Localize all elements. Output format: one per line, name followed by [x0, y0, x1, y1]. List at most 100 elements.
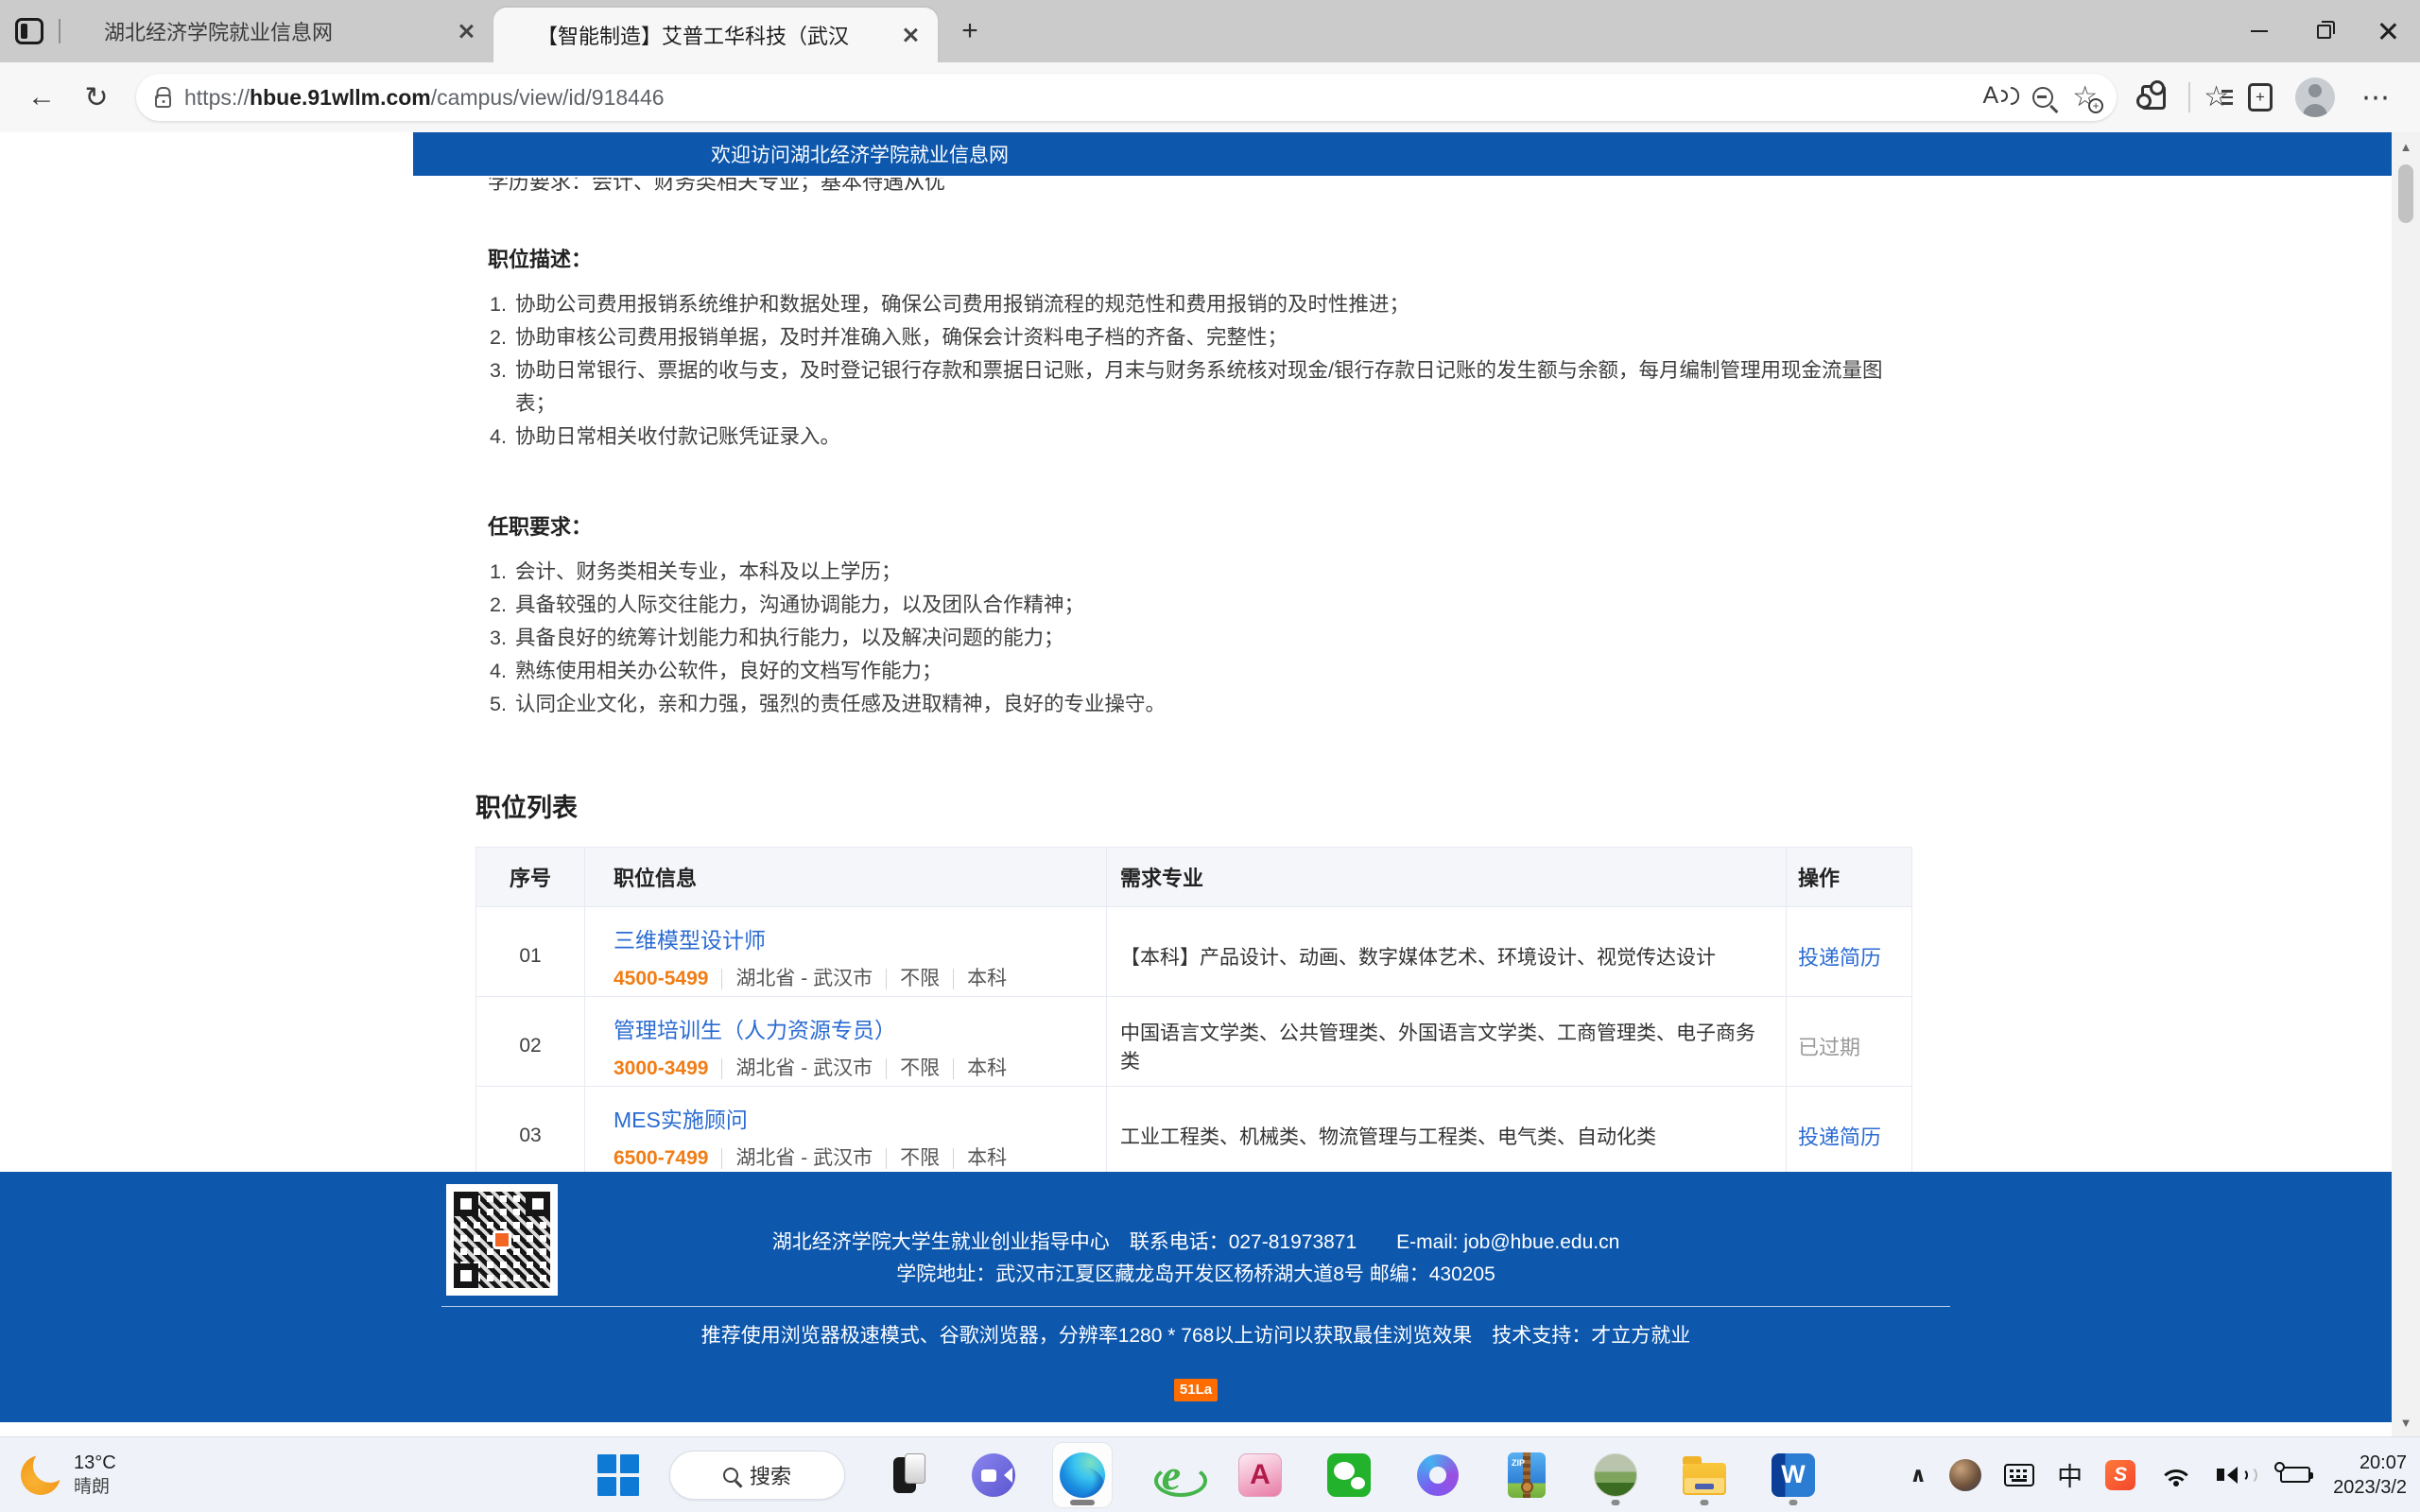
new-tab-button[interactable]: + [947, 9, 993, 54]
wifi-icon[interactable] [2158, 1462, 2194, 1488]
table-row: 02 管理培训生（人力资源专员） 3000-3499 湖北省 - 武汉市 不限 … [476, 996, 1911, 1086]
taskbar-app-loop[interactable] [1409, 1443, 1467, 1507]
favorites-button[interactable]: ☆ [2204, 83, 2233, 112]
taskbar-app-photos[interactable] [1586, 1443, 1645, 1507]
zoom-out-icon[interactable] [2032, 87, 2053, 108]
taskbar-app-green-e-browser[interactable]: e [1142, 1443, 1201, 1507]
list-item: 2.具备较强的人际交往能力，沟通协调能力，以及团队合作精神； [475, 589, 1912, 622]
minimize-button[interactable] [2227, 0, 2291, 62]
settings-menu-button[interactable]: ⋯ [2348, 81, 2403, 114]
taskbar-app-phone-link[interactable] [875, 1443, 934, 1507]
taskbar-app-wechat[interactable] [1320, 1443, 1378, 1507]
list-item: 2.协助审核公司费用报销单据，及时并准确入账，确保会计资料电子档的齐备、完整性； [475, 321, 1912, 354]
browser-tabbar: 湖北经济学院就业信息网 【智能制造】艾普工华科技（武汉 + [0, 0, 2420, 62]
screen: 湖北经济学院就业信息网 【智能制造】艾普工华科技（武汉 + ← ↻ https:… [0, 0, 2420, 1512]
sogou-input-icon[interactable]: S [2105, 1460, 2135, 1490]
toolbar-divider [2188, 82, 2190, 112]
job-title-link[interactable]: 三维模型设计师 [614, 922, 766, 954]
green-e-browser-icon: e [1162, 1453, 1181, 1497]
list-item: 1.协助公司费用报销系统维护和数据处理，确保公司费用报销流程的规范性和费用报销的… [475, 288, 1912, 321]
tab-title: 【智能制造】艾普工华科技（武汉 [537, 20, 896, 50]
back-button[interactable]: ← [17, 73, 66, 122]
column-header: 职位信息 [584, 848, 1106, 906]
taskbar-app-word[interactable]: W [1764, 1443, 1823, 1507]
extensions-icon[interactable] [2141, 85, 2166, 110]
address-bar[interactable]: https://hbue.91wllm.com/campus/view/id/9… [136, 74, 2117, 121]
column-header: 需求专业 [1106, 848, 1786, 906]
tab-title: 湖北经济学院就业信息网 [104, 16, 452, 46]
taskbar-app-zip-tool[interactable]: ZIP [1497, 1443, 1556, 1507]
weather-condition: 晴朗 [74, 1475, 116, 1499]
tab-job-detail-active[interactable]: 【智能制造】艾普工华科技（武汉 [493, 8, 938, 62]
system-tray: ∧ 中 S 20:07 2023/3/2 [1910, 1437, 2407, 1512]
url-text[interactable]: https://hbue.91wllm.com/campus/view/id/9… [184, 85, 665, 111]
column-header: 序号 [476, 848, 584, 906]
tab-close-icon[interactable] [896, 21, 925, 49]
tab-actions-menu-button[interactable] [0, 9, 59, 54]
job-description-title: 职位描述： [488, 243, 1912, 273]
job-title-link[interactable]: MES实施顾问 [614, 1102, 748, 1134]
taskbar-app-chat[interactable] [964, 1443, 1023, 1507]
table-row: 01 三维模型设计师 4500-5499 湖北省 - 武汉市 不限 本科 【本科… [476, 906, 1911, 996]
taskbar-search[interactable]: 搜索 [669, 1451, 845, 1500]
taskbar-app-access[interactable]: A [1231, 1443, 1289, 1507]
job-list-title: 职位列表 [475, 787, 1912, 824]
url-scheme: https:// [184, 85, 250, 110]
taskbar-app-file-explorer[interactable] [1675, 1443, 1734, 1507]
job-table: 序号 职位信息 需求专业 操作 01 三维模型设计师 4500-5499 湖北省… [475, 847, 1912, 1177]
job-experience: 不限 [886, 1058, 953, 1079]
profile-avatar[interactable] [2295, 77, 2335, 117]
active-app-indicator [1070, 1500, 1095, 1505]
ime-chinese-icon[interactable]: 中 [2057, 1456, 2083, 1493]
qr-eye [454, 1263, 478, 1288]
weather-widget[interactable]: 13°C 晴朗 [21, 1437, 116, 1512]
wechat-icon [1327, 1453, 1371, 1497]
scroll-down-arrow[interactable]: ▼ [2392, 1408, 2420, 1436]
restore-icon [2317, 25, 2331, 39]
taskbar-app-edge-active[interactable] [1053, 1443, 1112, 1507]
required-majors: 中国语言文学类、公共管理类、外国语言文学类、工商管理类、电子商务类 [1106, 997, 1786, 1095]
list-item: 4.协助日常相关收付款记账凭证录入。 [475, 421, 1912, 454]
read-aloud-wave-icon [2011, 87, 2019, 105]
apply-resume-link[interactable]: 投递简历 [1798, 1121, 1881, 1151]
list-item: 1.会计、财务类相关专业，本科及以上学历； [475, 556, 1912, 589]
start-button[interactable] [597, 1454, 639, 1496]
job-info-cell: 三维模型设计师 4500-5499 湖北省 - 武汉市 不限 本科 [584, 907, 1106, 1005]
list-item: 5.认同企业文化，亲和力强，强烈的责任感及进取精神，良好的专业操守。 [475, 688, 1912, 721]
volume-icon[interactable] [2217, 1466, 2257, 1485]
close-button[interactable] [2356, 0, 2420, 62]
tab-actions-icon [15, 18, 43, 44]
apply-resume-link[interactable]: 投递简历 [1798, 941, 1881, 971]
salary-range: 3000-3499 [614, 1057, 721, 1080]
tab-hbue-jobs[interactable]: 湖北经济学院就业信息网 [60, 0, 493, 62]
qr-eye [526, 1192, 550, 1216]
job-experience: 不限 [886, 1148, 953, 1169]
touch-keyboard-icon[interactable] [2004, 1464, 2034, 1486]
tab-close-icon[interactable] [452, 17, 480, 45]
window-controls [2227, 0, 2420, 62]
word-icon: W [1772, 1453, 1815, 1497]
add-favorite-button[interactable]: ☆+ [2072, 83, 2098, 112]
battery-charging-icon[interactable] [2280, 1467, 2310, 1483]
taskbar-clock[interactable]: 20:07 2023/3/2 [2333, 1451, 2407, 1500]
lock-icon[interactable] [155, 94, 171, 108]
page-footer: 湖北经济学院大学生就业创业指导中心 联系电话：027-81973871 E-ma… [0, 1172, 2392, 1422]
salary-range: 4500-5499 [614, 968, 721, 990]
footer-line-address: 学院地址：武汉市江夏区藏龙岛开发区杨桥湖大道8号 邮编：430205 [0, 1259, 2392, 1291]
read-aloud-wave-icon [2001, 90, 2008, 102]
vertical-scrollbar[interactable]: ▲ ▼ [2392, 132, 2420, 1436]
collections-button[interactable]: + [2248, 83, 2273, 112]
refresh-button[interactable]: ↻ [72, 73, 121, 122]
clock-time: 20:07 [2333, 1451, 2407, 1475]
job-title-link[interactable]: 管理培训生（人力资源专员） [614, 1012, 896, 1044]
read-aloud-button[interactable]: A [1983, 84, 2020, 112]
photos-app-icon [1594, 1453, 1637, 1497]
tray-chevron-up-icon[interactable]: ∧ [1910, 1463, 1927, 1487]
scroll-up-arrow[interactable]: ▲ [2392, 132, 2420, 161]
scrollbar-thumb[interactable] [2398, 164, 2413, 223]
required-majors: 【本科】产品设计、动画、数字媒体艺术、环境设计、视觉传达设计 [1106, 907, 1786, 1005]
restore-button[interactable] [2291, 0, 2356, 62]
51la-badge[interactable]: 51La [1174, 1379, 1218, 1401]
teams-chat-icon [972, 1453, 1015, 1497]
tray-avatar-icon[interactable] [1949, 1459, 1981, 1491]
